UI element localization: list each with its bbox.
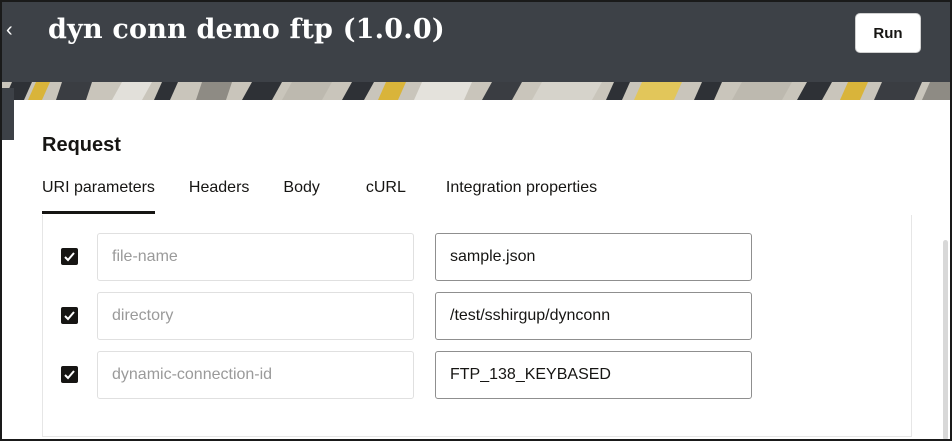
tab-uri-parameters[interactable]: URI parameters — [42, 176, 155, 214]
section-title-request: Request — [42, 134, 121, 156]
vertical-scrollbar[interactable] — [943, 240, 948, 439]
header-banner-pattern — [2, 82, 950, 100]
tab-headers[interactable]: Headers — [189, 176, 249, 214]
parameter-name-field[interactable]: dynamic-connection-id — [97, 351, 414, 399]
run-button[interactable]: Run — [855, 13, 921, 53]
parameter-checkbox[interactable] — [61, 366, 78, 383]
page-title: dyn conn demo ftp (1.0.0) — [48, 14, 445, 45]
chevron-left-icon[interactable]: ‹ — [6, 18, 20, 42]
parameter-name-field[interactable]: file-name — [97, 233, 414, 281]
parameter-name-field[interactable]: directory — [97, 292, 414, 340]
request-panel: Request URI parameters Headers Body cURL… — [14, 100, 938, 439]
uri-parameters-table: file-name sample.json directory /test/ss… — [42, 215, 912, 437]
parameter-checkbox[interactable] — [61, 307, 78, 324]
parameter-value-field[interactable]: sample.json — [435, 233, 752, 281]
parameter-row: directory /test/sshirgup/dynconn — [43, 292, 913, 342]
parameter-row: dynamic-connection-id FTP_138_KEYBASED — [43, 351, 913, 401]
checkmark-icon — [64, 370, 75, 380]
checkmark-icon — [64, 311, 75, 321]
checkmark-icon — [64, 252, 75, 262]
parameter-checkbox[interactable] — [61, 248, 78, 265]
parameter-row: file-name sample.json — [43, 233, 913, 283]
page-header: ‹ dyn conn demo ftp (1.0.0) Run — [2, 2, 950, 88]
tab-integration-properties[interactable]: Integration properties — [446, 176, 597, 214]
header-edge — [2, 88, 14, 140]
request-tabs: URI parameters Headers Body cURL Integra… — [42, 176, 631, 216]
parameter-value-field[interactable]: FTP_138_KEYBASED — [435, 351, 752, 399]
parameter-value-field[interactable]: /test/sshirgup/dynconn — [435, 292, 752, 340]
tab-curl[interactable]: cURL — [366, 176, 406, 214]
tab-body[interactable]: Body — [283, 176, 319, 214]
app-window: ‹ dyn conn demo ftp (1.0.0) Run Request … — [0, 0, 952, 441]
